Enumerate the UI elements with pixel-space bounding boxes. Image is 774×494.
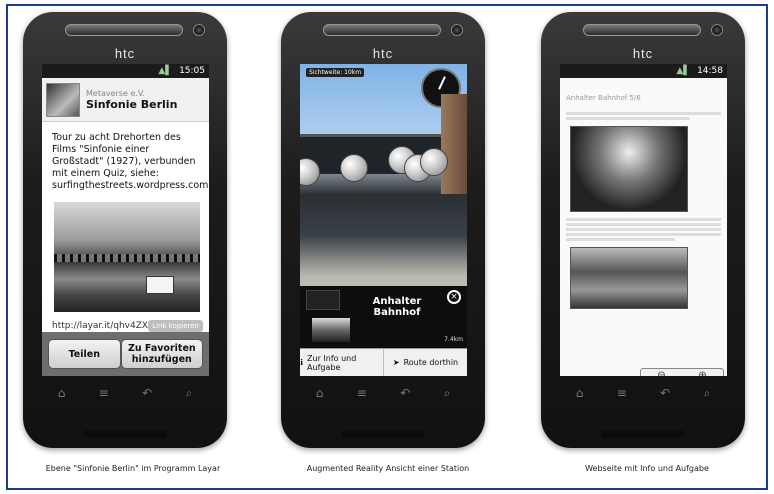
poi-marker[interactable] (340, 154, 368, 182)
close-icon[interactable]: × (447, 290, 461, 304)
screen-webpage: ▲▌ 14:58 Anhalter Bahnhof 5/6 ⊖ ⊕ (560, 64, 727, 376)
layer-description: Tour zu acht Drehorten des Films "Sinfon… (52, 132, 209, 191)
hardware-nav: ⌂ ≡ ↶ ⌕ (299, 380, 467, 406)
info-task-button[interactable]: ℹ Zur Info und Aufgabe (300, 349, 384, 376)
caption-layer: Ebene "Sinfonie Berlin" im Programm Laya… (45, 464, 221, 473)
front-camera (451, 24, 463, 36)
poi-actions: ℹ Zur Info und Aufgabe ➤ Route dorthin (300, 348, 467, 376)
search-icon[interactable]: ⌕ (444, 386, 451, 401)
brand-logo: htc (372, 46, 394, 61)
hardware-nav: ⌂ ≡ ↶ ⌕ (41, 380, 209, 406)
poi-marker[interactable] (420, 148, 448, 176)
page-title: Anhalter Bahnhof 5/6 (566, 94, 641, 102)
zoom-out-icon[interactable]: ⊖ (641, 369, 682, 376)
layer-title: Sinfonie Berlin (86, 97, 178, 111)
layer-photo (54, 202, 200, 312)
webpage-content[interactable]: Anhalter Bahnhof 5/6 ⊖ ⊕ (560, 78, 727, 376)
phone-webpage: htc ▲▌ 14:58 Anhalter Bahnhof 5/6 ⊖ ⊕ ⌂ … (541, 12, 745, 448)
screen-ar-camera: Sichtweite: 10km Anhalter Bahnhof × 7.4k… (300, 64, 467, 376)
layer-logo (306, 290, 340, 310)
speaker-grille (65, 24, 183, 36)
caption-ar: Augmented Reality Ansicht einer Station (306, 464, 470, 473)
layer-publisher: Metaverse e.V. (86, 88, 145, 98)
route-label: Route dorthin (403, 358, 459, 367)
signal-icon: ▲▌ (676, 66, 691, 76)
phone-layar-layer: htc ▲▌ 15:05 Metaverse e.V. Sinfonie Ber… (23, 12, 227, 448)
home-icon[interactable]: ⌂ (58, 386, 66, 400)
link-row: http://layar.it/qhv4ZX Link kopieren (42, 312, 209, 332)
phone-chin (83, 430, 167, 438)
action-bar: Teilen Zu Favoriten hinzufügen (42, 332, 209, 376)
page-text-illegible (560, 112, 727, 120)
ar-camera-view: Sichtweite: 10km Anhalter Bahnhof × 7.4k… (300, 64, 467, 376)
station-name: Anhalter Bahnhof (372, 296, 422, 318)
status-time: 14:58 (697, 66, 723, 76)
status-bar: ▲▌ 14:58 (560, 64, 727, 78)
phone-ar-view: htc Sichtweite: 10km Anhalter Bahnhof × … (281, 12, 485, 448)
back-icon[interactable]: ↶ (660, 386, 670, 400)
page-text-illegible (560, 218, 727, 241)
layer-header: Metaverse e.V. Sinfonie Berlin (42, 78, 209, 122)
back-icon[interactable]: ↶ (142, 386, 152, 400)
route-button[interactable]: ➤ Route dorthin (384, 349, 467, 376)
brand-logo: htc (632, 46, 654, 61)
signal-icon: ▲▌ (158, 66, 173, 76)
poi-distance: 7.4km (444, 336, 463, 343)
phone-chin (341, 430, 425, 438)
speaker-grille (323, 24, 441, 36)
menu-icon[interactable]: ≡ (99, 386, 109, 400)
station-exterior-photo (570, 247, 688, 309)
range-label: Sichtweite: 10km (306, 68, 365, 77)
status-bar: ▲▌ 15:05 (42, 64, 209, 78)
station-thumbnail (312, 318, 350, 342)
share-button[interactable]: Teilen (48, 339, 121, 369)
hardware-nav: ⌂ ≡ ↶ ⌕ (559, 380, 727, 406)
add-favorites-button[interactable]: Zu Favoriten hinzufügen (120, 339, 203, 369)
menu-icon[interactable]: ≡ (617, 386, 627, 400)
copy-link-button[interactable]: Link kopieren (148, 320, 203, 332)
station-interior-photo (570, 126, 688, 212)
home-icon[interactable]: ⌂ (316, 386, 324, 400)
search-icon[interactable]: ⌕ (704, 386, 711, 401)
layer-url[interactable]: http://layar.it/qhv4ZX (52, 321, 148, 331)
phone-chin (601, 430, 685, 438)
zoom-controls: ⊖ ⊕ (640, 368, 724, 376)
front-camera (193, 24, 205, 36)
zoom-in-icon[interactable]: ⊕ (682, 369, 723, 376)
menu-icon[interactable]: ≡ (357, 386, 367, 400)
poi-info-panel: Anhalter Bahnhof × 7.4km (300, 286, 467, 348)
screen-layer-detail: ▲▌ 15:05 Metaverse e.V. Sinfonie Berlin … (42, 64, 209, 376)
front-camera (711, 24, 723, 36)
search-icon[interactable]: ⌕ (186, 386, 193, 401)
layer-thumbnail (46, 82, 80, 117)
caption-webpage: Webseite mit Info und Aufgabe (585, 464, 709, 473)
back-icon[interactable]: ↶ (400, 386, 410, 400)
home-icon[interactable]: ⌂ (576, 386, 584, 400)
speaker-grille (583, 24, 701, 36)
status-time: 15:05 (179, 66, 205, 76)
info-task-label: Zur Info und Aufgabe (307, 353, 357, 372)
info-icon: ℹ (300, 358, 304, 367)
side-building (441, 94, 467, 194)
navigation-arrow-icon: ➤ (392, 358, 400, 367)
brand-logo: htc (114, 46, 136, 61)
